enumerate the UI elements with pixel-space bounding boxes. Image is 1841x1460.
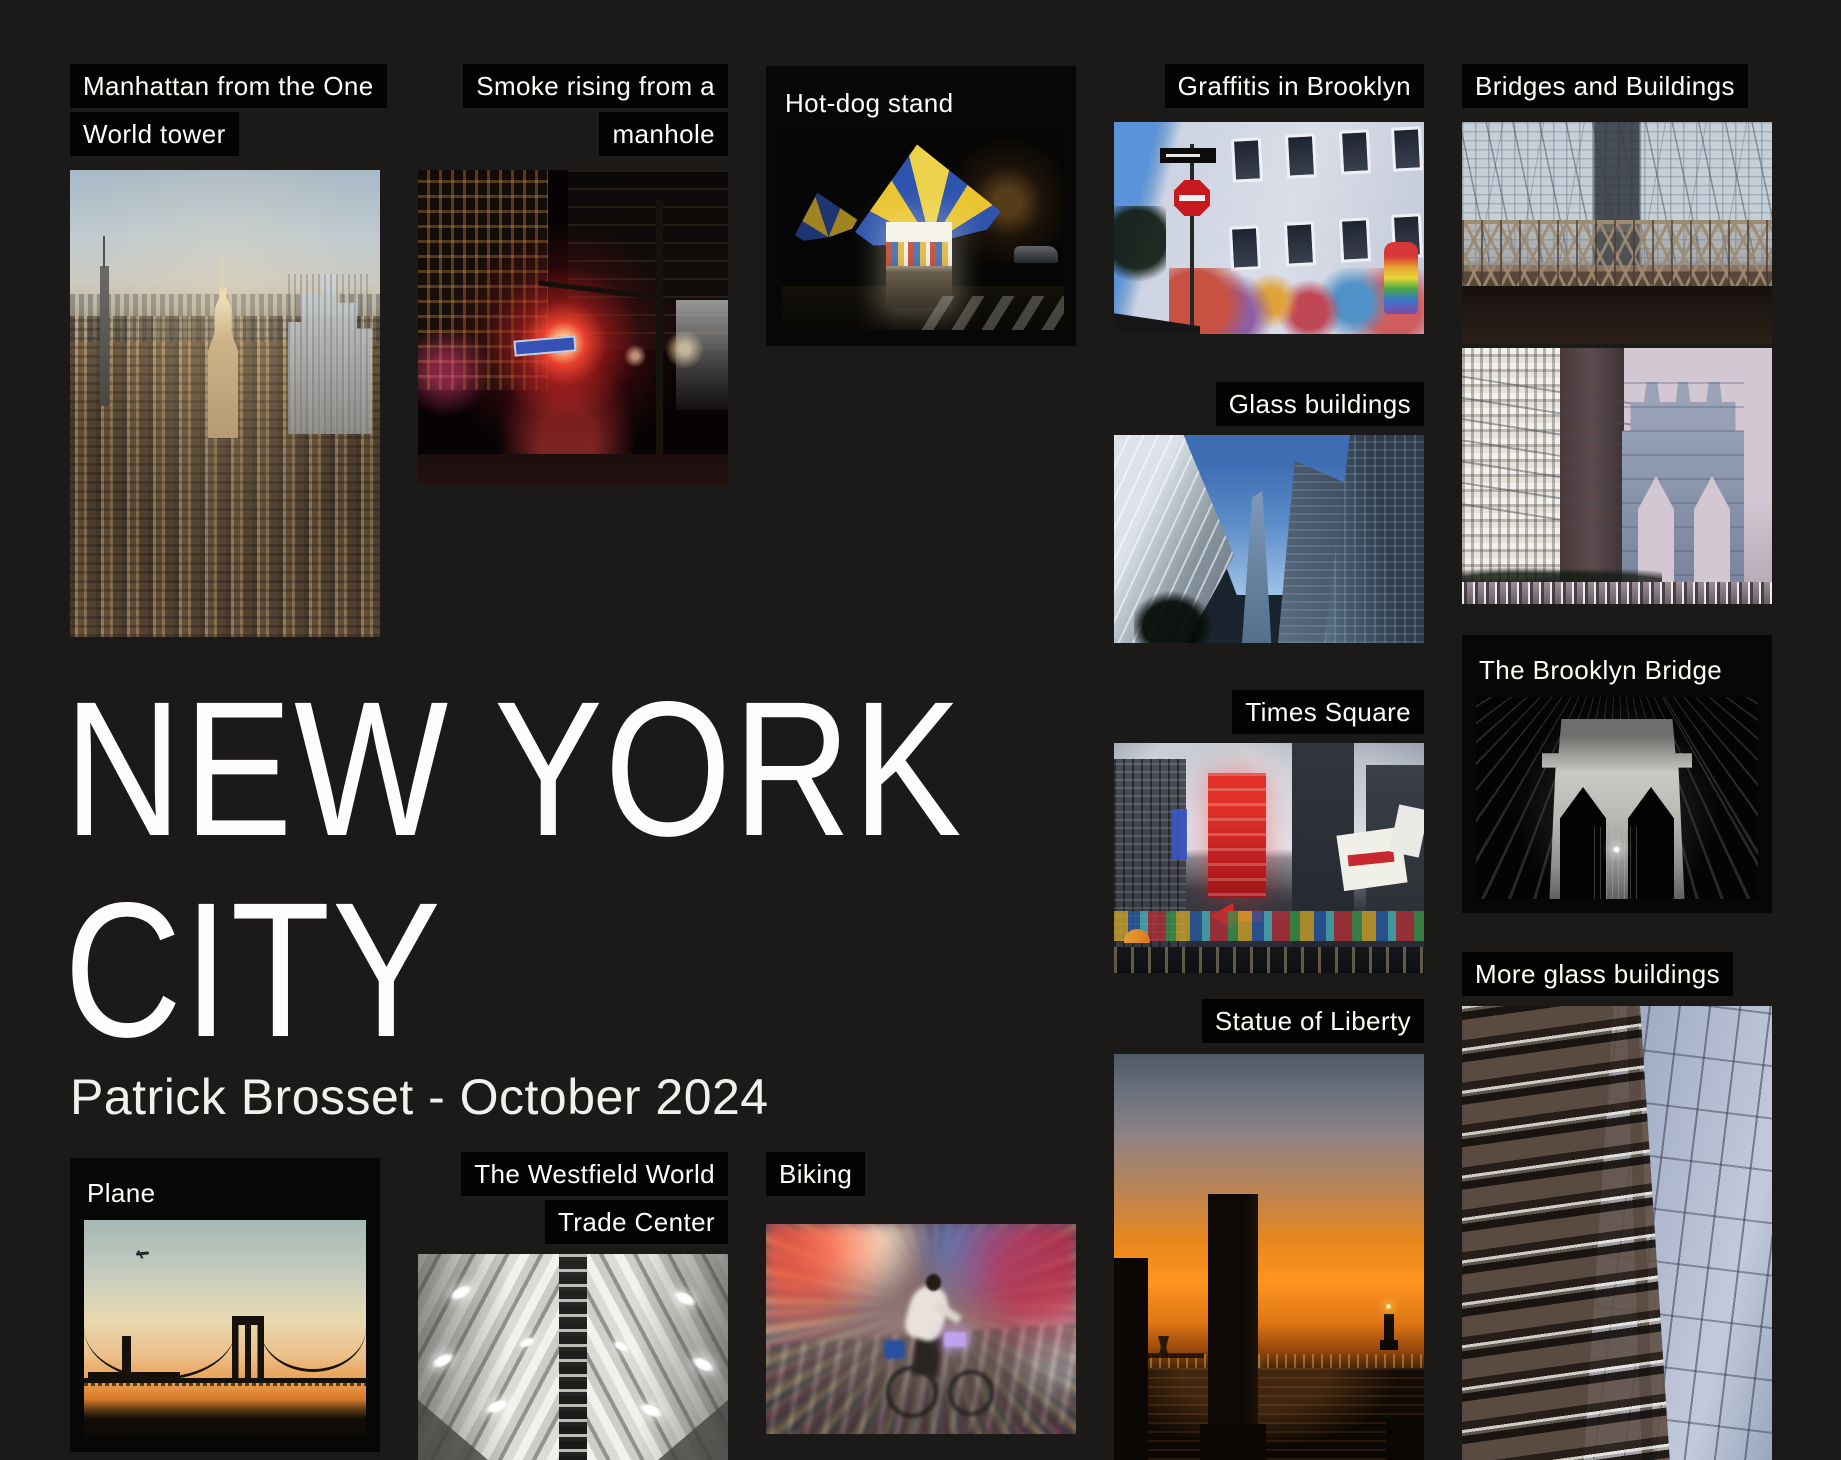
photo-brooklyn-graffiti (1114, 122, 1424, 334)
skylight-art (559, 1254, 587, 1460)
crowd-silhouette (1114, 947, 1424, 973)
caption-graffiti: Graffitis in Brooklyn (1165, 64, 1424, 108)
rainbow-figure-art (1384, 242, 1418, 314)
texture-layer (232, 1316, 264, 1325)
texture-layer (288, 274, 372, 434)
texture-layer (884, 1340, 905, 1359)
red-billboard-art (1208, 773, 1266, 897)
page-title-line1: NEW YORK (64, 668, 963, 869)
card-plane: Plane (70, 1158, 380, 1452)
window-art (1391, 126, 1423, 172)
texture-layer (676, 300, 728, 410)
page-title: NEW YORK CITY (64, 668, 963, 1070)
caption-statue: Statue of Liberty (1202, 999, 1424, 1043)
photo-smoke-manhole (418, 170, 728, 485)
window-art (1339, 129, 1371, 175)
caption-brooklyn-bridge: The Brooklyn Bridge (1476, 649, 1758, 697)
gallery-page: Manhattan from the One World tower NEW Y… (0, 0, 1841, 1460)
photo-manhattan-bridge (1462, 348, 1772, 604)
window-art (1231, 137, 1263, 183)
water-art (1114, 1368, 1424, 1460)
photo-hotdog-stand (782, 130, 1064, 330)
page-title-line2: CITY (64, 869, 963, 1070)
caption-more-glass: More glass buildings (1462, 952, 1733, 996)
photo-times-square (1114, 743, 1424, 973)
window-art (1284, 221, 1316, 267)
lamp-glow (1612, 845, 1621, 854)
caption-smoke-line2: manhole (599, 112, 728, 156)
pillar-silhouette (1114, 1258, 1148, 1460)
photo-biking-motion (766, 1224, 1076, 1434)
caption-westfield-line2: Trade Center (545, 1200, 728, 1244)
texture-layer (221, 256, 224, 290)
window-art (1285, 133, 1317, 179)
texture-layer (944, 1332, 966, 1347)
balcony-facade-art (1462, 1006, 1674, 1460)
texture-layer (418, 454, 728, 485)
caption-hotdog: Hot-dog stand (782, 82, 1060, 130)
texture-layer (1179, 195, 1205, 201)
caption-smoke-line1: Smoke rising from a (463, 64, 728, 108)
photo-glass-facade (1462, 1006, 1772, 1460)
caption-plane: Plane (84, 1172, 366, 1220)
sign-pole-art (1190, 144, 1194, 334)
caption-westfield-line1: The Westfield World (461, 1152, 728, 1196)
photo-oculus-interior (418, 1254, 728, 1460)
texture-layer (137, 1248, 147, 1259)
photo-bridge-deck (1462, 122, 1772, 344)
pillar-silhouette (1208, 1194, 1258, 1460)
texture-layer (1462, 582, 1772, 604)
author-byline: Patrick Brosset - October 2024 (70, 1068, 769, 1126)
foliage-silhouette (1134, 587, 1218, 643)
statue-silhouette (1384, 1314, 1394, 1342)
texture-layer (103, 236, 105, 268)
photo-brooklyn-bridge-night (1476, 697, 1758, 899)
texture-layer (1594, 827, 1640, 899)
screens-strip-art (1114, 911, 1424, 941)
texture-layer (926, 1274, 941, 1291)
card-brooklyn-bridge: The Brooklyn Bridge (1462, 635, 1772, 913)
umbrella-art (783, 184, 862, 246)
traffic-pole-art (656, 200, 663, 460)
bike-wheel-art (948, 1370, 994, 1416)
thin-tower-silhouette (100, 266, 109, 406)
photo-glass-buildings (1114, 435, 1424, 643)
texture-layer (84, 1383, 366, 1386)
caption-manhattan-line1: Manhattan from the One (70, 64, 387, 108)
billboard-art (1172, 809, 1187, 859)
texture-layer (1166, 154, 1200, 157)
torch-glow (1386, 1304, 1391, 1309)
car-silhouette (1014, 246, 1058, 263)
window-art (1339, 217, 1371, 263)
card-hotdog: Hot-dog stand (766, 66, 1076, 346)
bridge-cable-art (260, 1328, 366, 1372)
caption-manhattan-line2: World tower (70, 112, 239, 156)
caption-glass: Glass buildings (1216, 382, 1424, 426)
caption-bridges: Bridges and Buildings (1462, 64, 1748, 108)
photo-statue-of-liberty-sunset (1114, 1054, 1424, 1460)
texture-layer (886, 242, 952, 266)
caption-times-square: Times Square (1232, 690, 1424, 734)
crosswalk-art (921, 296, 1064, 330)
photo-plane-sunset (84, 1220, 366, 1438)
bridge-tower-silhouette (232, 1316, 264, 1382)
tree-silhouette (1114, 206, 1166, 302)
pillar-silhouette (1386, 1420, 1424, 1460)
window-art (1229, 225, 1261, 271)
bridge-truss-art (1462, 220, 1772, 286)
caption-biking: Biking (766, 1152, 865, 1196)
texture-layer (1200, 1424, 1266, 1460)
photo-manhattan-skyline (70, 170, 380, 637)
texture-layer (1380, 1340, 1398, 1350)
